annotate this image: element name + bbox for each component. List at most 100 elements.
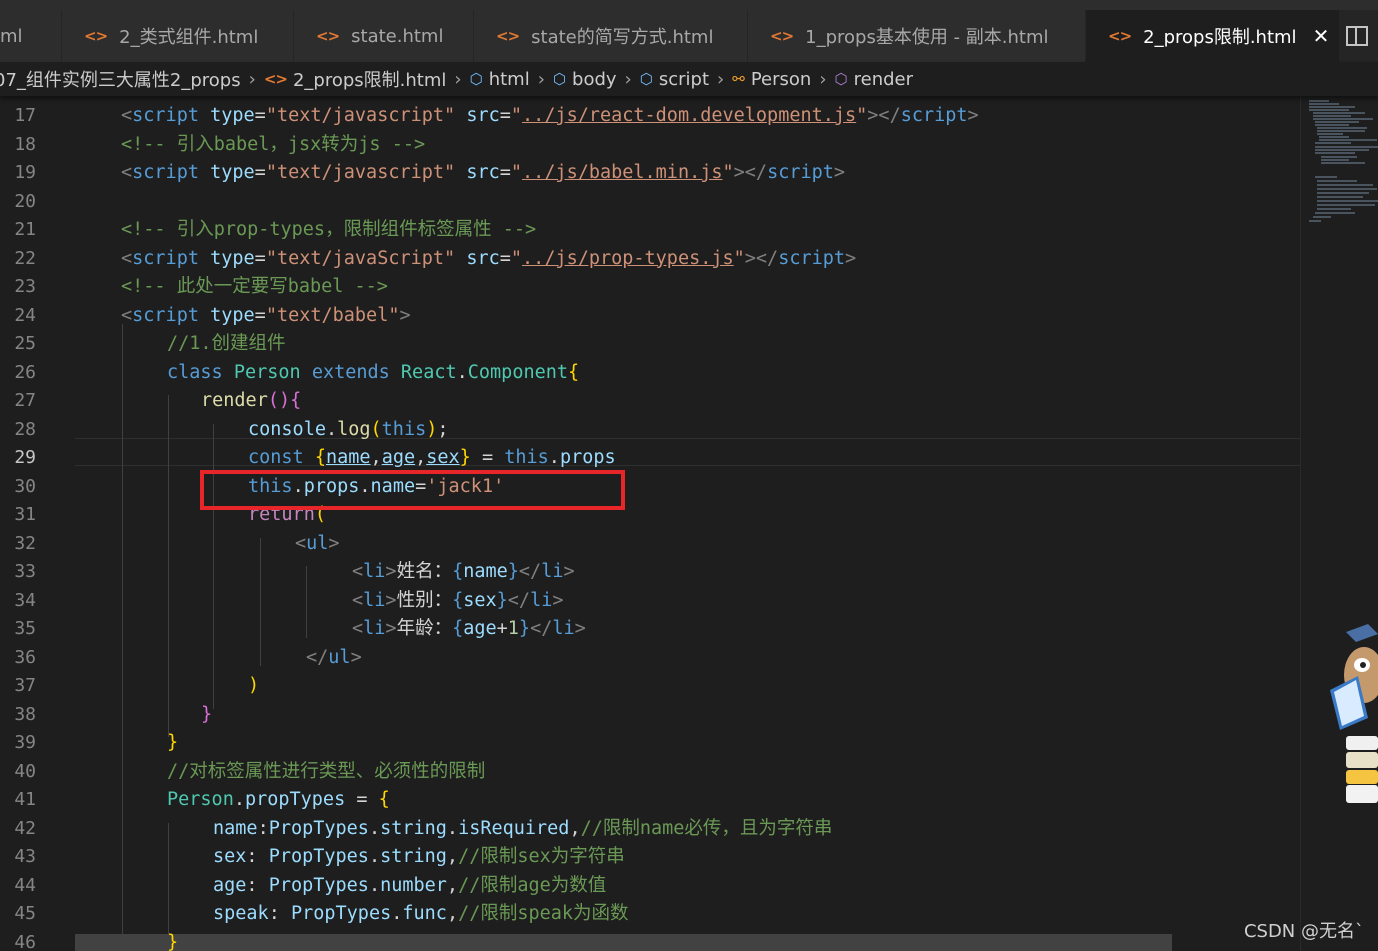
code-text: <ul> (295, 530, 340, 559)
line-number: 27 (14, 390, 36, 411)
close-icon[interactable]: ✕ (1313, 24, 1330, 48)
breadcrumb-item[interactable]: 07_组件实例三大属性2_props (0, 66, 241, 92)
code-line[interactable]: 45 speak: PropTypes.func,//限制speak为函数 (0, 900, 1300, 929)
code-line[interactable]: 27 render(){ (0, 387, 1300, 416)
code-token: > (399, 304, 411, 326)
code-token: { (452, 618, 464, 639)
code-line[interactable]: 38} (0, 701, 1300, 730)
code-token: { (314, 447, 326, 468)
breadcrumb-item[interactable]: <> 2_props限制.html (264, 66, 447, 92)
code-line[interactable]: 32 <ul> (0, 530, 1300, 559)
code-token: Component (467, 361, 569, 383)
code-token: " (722, 162, 734, 183)
code-line[interactable]: 25 //1.创建组件 (0, 330, 1300, 359)
code-token: age (381, 447, 416, 468)
code-line[interactable]: 28 console.log(this); (0, 416, 1300, 445)
breadcrumb-item[interactable]: ⬡ html (470, 69, 530, 90)
code-token: > (385, 561, 397, 582)
annotation-highlight-box (200, 470, 625, 510)
code-token: > (833, 162, 846, 183)
code-token: "text/babel" (265, 304, 400, 326)
code-line[interactable]: 31 return( (0, 501, 1300, 530)
code-editor[interactable]: 17 <script type="text/javascript" src="..… (0, 96, 1300, 951)
code-line[interactable]: 23 <!-- 此处一定要写babel --> (0, 273, 1300, 302)
code-line[interactable]: 39} (0, 729, 1300, 758)
code-line[interactable]: 20 (0, 188, 1300, 217)
code-line[interactable]: 21 <!-- 引入prop-types，限制组件标签属性 --> (0, 216, 1300, 245)
line-number: 28 (14, 418, 36, 440)
code-line[interactable]: 19 <script type="text/javascript" src="..… (0, 159, 1300, 188)
code-line[interactable]: 30 this.props.name='jack1' (0, 473, 1300, 502)
code-token: func (402, 903, 447, 924)
code-token: ( (370, 418, 382, 440)
code-token: } (496, 589, 508, 611)
code-token: = (254, 105, 266, 126)
code-token: class (167, 361, 223, 383)
code-token: script (767, 162, 834, 183)
code-token: , (370, 447, 382, 468)
code-token: 1 (507, 618, 519, 639)
code-line[interactable]: 26 class Person extends React.Component{ (0, 359, 1300, 388)
mascot-illustration (1330, 624, 1378, 803)
code-token: . (325, 418, 338, 440)
code-text: <script type="text/javascript" src="../j… (121, 102, 979, 131)
watermark: CSDN @无名` (1243, 921, 1364, 942)
code-text: //对标签属性进行类型、必须性的限制 (167, 758, 485, 787)
code-token: : (268, 903, 291, 924)
editor-tab[interactable]: <> 1_props基本使用 - 副本.html (748, 10, 1086, 62)
code-token: = (254, 162, 266, 183)
code-token: < (121, 247, 133, 269)
code-line[interactable]: 36 </ul> (0, 644, 1300, 673)
code-line[interactable]: 34 <li>性别：{sex}</li> (0, 587, 1300, 616)
code-line[interactable]: 44 age: PropTypes.number,//限制age为数值 (0, 872, 1300, 901)
tab-label: 2_props限制.html (1143, 27, 1297, 48)
editor-tab[interactable]: <> 2_类式组件.html (62, 10, 294, 62)
breadcrumb-item[interactable]: ⬡ body (553, 69, 617, 90)
code-token: . (368, 817, 381, 839)
code-line[interactable]: 35 <li>年龄：{age+1}</li> (0, 615, 1300, 644)
code-line[interactable]: 29 const {name,age,sex} = this.props (0, 444, 1300, 473)
code-token: <!-- 引入prop-types，限制组件标签属性 --> (121, 219, 537, 240)
code-token: this (504, 447, 549, 468)
code-token: . (368, 874, 381, 896)
code-line[interactable]: 40 //对标签属性进行类型、必须性的限制 (0, 758, 1300, 787)
code-token: { (378, 789, 390, 810)
minimap-line (1313, 112, 1365, 114)
editor-tab[interactable]: <> state.html (294, 10, 474, 62)
line-number: 17 (14, 105, 36, 126)
code-line[interactable]: 33 <li>姓名：{name}</li> (0, 558, 1300, 587)
code-line[interactable]: 46} (0, 929, 1300, 951)
breadcrumb: 07_组件实例三大属性2_props › <> 2_props限制.html › ⬡ htm… (0, 62, 1378, 96)
minimap[interactable] (1300, 96, 1378, 951)
breadcrumb-item[interactable]: ⬡ script (640, 69, 709, 90)
code-line[interactable]: 41 Person.propTypes = { (0, 786, 1300, 815)
code-token: //1.创建组件 (167, 333, 286, 354)
editor-tab[interactable]: ml (0, 10, 62, 62)
code-line[interactable]: 17 <script type="text/javascript" src="..… (0, 102, 1300, 131)
code-token: . (233, 789, 245, 810)
code-line[interactable]: 18 <!-- 引入babel，jsx转为js --> (0, 131, 1300, 160)
code-line[interactable]: 42 name:PropTypes.string.isRequired,//限制n… (0, 815, 1300, 844)
code-text: <!-- 引入prop-types，限制组件标签属性 --> (121, 216, 536, 245)
code-token: age (213, 874, 247, 896)
code-text: console.log(this); (248, 416, 449, 445)
editor-tab[interactable]: <> state的简写方式.html (474, 10, 748, 62)
code-token: li (530, 589, 553, 611)
minimap-line (1319, 139, 1377, 141)
cube-icon: ⬡ (639, 70, 653, 88)
breadcrumb-item[interactable]: ⬡ render (835, 69, 914, 90)
code-line[interactable]: 37) (0, 672, 1300, 701)
editor-tab[interactable]: <> 2_props限制.html ✕ (1086, 10, 1340, 62)
code-token: number (380, 874, 447, 896)
code-line[interactable]: 43 sex: PropTypes.string,//限制sex为字符串 (0, 843, 1300, 872)
split-editor-icon[interactable] (1336, 10, 1378, 62)
code-line[interactable]: 22 <script type="text/javaScript" src="..… (0, 245, 1300, 274)
code-line[interactable]: 24 <script type="text/babel"> (0, 302, 1300, 331)
code-token: , (446, 874, 459, 896)
code-text: sex: PropTypes.string,//限制sex为字符串 (213, 843, 625, 872)
code-token: <!-- 引入babel，jsx转为js --> (121, 133, 426, 155)
breadcrumb-item[interactable]: ⚯ Person (732, 69, 811, 90)
code-text: } (167, 729, 178, 758)
code-token: } (459, 447, 471, 468)
